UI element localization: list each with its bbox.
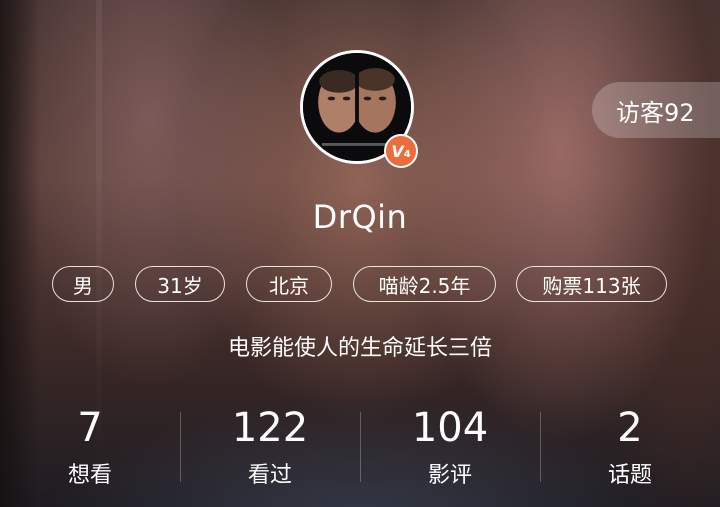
stat-want-to-watch[interactable]: 7 想看 bbox=[0, 400, 180, 507]
stat-label: 想看 bbox=[67, 463, 112, 488]
visitors-label: 访客92 bbox=[616, 98, 695, 127]
stats-bar: 7 想看 122 看过 104 影评 2 话题 bbox=[0, 400, 720, 507]
avatar-container[interactable]: V4 bbox=[300, 50, 420, 170]
visitors-button[interactable]: 访客92 bbox=[592, 82, 720, 138]
stat-reviews[interactable]: 104 影评 bbox=[360, 400, 540, 507]
profile-tags: 男 31岁 北京 喵龄2.5年 购票113张 bbox=[0, 266, 720, 302]
tag-age: 31岁 bbox=[135, 266, 225, 302]
profile-signature: 电影能使人的生命延长三倍 bbox=[227, 336, 492, 361]
stat-label: 看过 bbox=[247, 463, 292, 488]
stat-topics[interactable]: 2 话题 bbox=[540, 400, 720, 507]
tag-city: 北京 bbox=[246, 266, 332, 302]
stat-value: 104 bbox=[411, 405, 489, 451]
profile-header: V4 访客92 DrQin 男 31岁 北京 喵龄2.5年 购票113张 电影能… bbox=[0, 0, 720, 507]
stat-watched[interactable]: 122 看过 bbox=[180, 400, 360, 507]
stat-value: 7 bbox=[77, 405, 103, 451]
stat-label: 话题 bbox=[607, 463, 652, 488]
stat-value: 2 bbox=[617, 405, 643, 451]
tag-gender: 男 bbox=[52, 266, 114, 302]
stat-value: 122 bbox=[231, 405, 309, 451]
tag-tickets-purchased: 购票113张 bbox=[516, 266, 667, 302]
vip-level-badge: V4 bbox=[384, 134, 418, 168]
stat-label: 影评 bbox=[427, 463, 472, 488]
tag-membership-age: 喵龄2.5年 bbox=[353, 266, 496, 302]
username: DrQin bbox=[312, 198, 408, 236]
